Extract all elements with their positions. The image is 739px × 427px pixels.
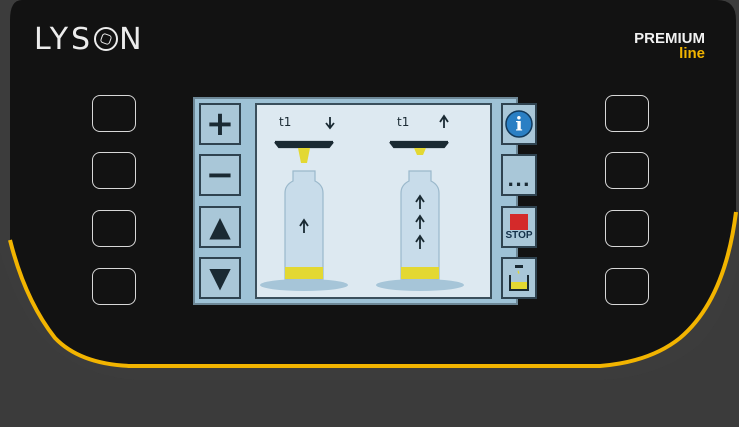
up-arrow-button[interactable]: ▲ [199,206,241,248]
station-1-base-plate [260,279,348,291]
logo-text-left: LYS [34,22,94,57]
lyson-logo: LYS N [34,22,145,57]
minus-button[interactable]: − [199,154,241,196]
left-hardware-button-3[interactable] [92,210,136,247]
logo-text-right: N [119,22,145,57]
station-2 [376,114,464,291]
left-hardware-button-2[interactable] [92,152,136,189]
badge-line-text: line [679,45,705,62]
plus-icon: + [205,104,235,144]
right-hardware-button-2[interactable] [605,152,649,189]
station-2-up-arrow-icon [439,114,449,128]
right-hardware-button-3[interactable] [605,210,649,247]
info-icon: i [505,110,533,138]
right-hardware-button-4[interactable] [605,268,649,305]
stop-button[interactable]: STOP [501,206,537,248]
station-1-down-arrow-icon [325,117,335,130]
more-options-button[interactable]: ... [501,154,537,196]
station-2-holder-icon [389,140,449,149]
badge-premium-text: PREMIUM [634,30,705,47]
left-hardware-button-1[interactable] [92,95,136,132]
jar-fill-icon [509,265,529,291]
station-2-dispenser-icon [414,148,426,155]
right-hardware-button-1[interactable] [605,95,649,132]
station-2-base-plate [376,279,464,291]
lcd-screen: + − ▲ ▼ t1 t1 i ... STOP [193,97,537,305]
ellipsis-icon: ... [507,169,531,191]
down-arrow-button[interactable]: ▼ [199,257,241,299]
fill-jar-button[interactable] [501,257,537,299]
plus-button[interactable]: + [199,103,241,145]
station-1-time-label: t1 [279,115,292,129]
extraction-diagram [260,114,464,291]
minus-icon: − [205,155,235,195]
station-1-dispenser-icon [298,148,310,163]
station-1-holder-icon [274,140,334,149]
info-button[interactable]: i [501,103,537,145]
left-hardware-button-4[interactable] [92,268,136,305]
logo-seal-icon [94,27,119,51]
stop-label: STOP [505,229,533,241]
premium-line-badge: PREMIUM line [634,31,705,61]
station-2-time-label: t1 [397,115,410,129]
stop-square-icon [510,213,528,230]
triangle-down-icon: ▼ [209,261,231,294]
station-1-honey-level [285,267,323,279]
station-2-honey-level [401,267,439,279]
triangle-up-icon: ▲ [209,210,231,243]
extraction-diagram-area: t1 t1 [255,103,492,299]
station-1 [260,117,348,291]
svg-text:i: i [515,114,522,136]
